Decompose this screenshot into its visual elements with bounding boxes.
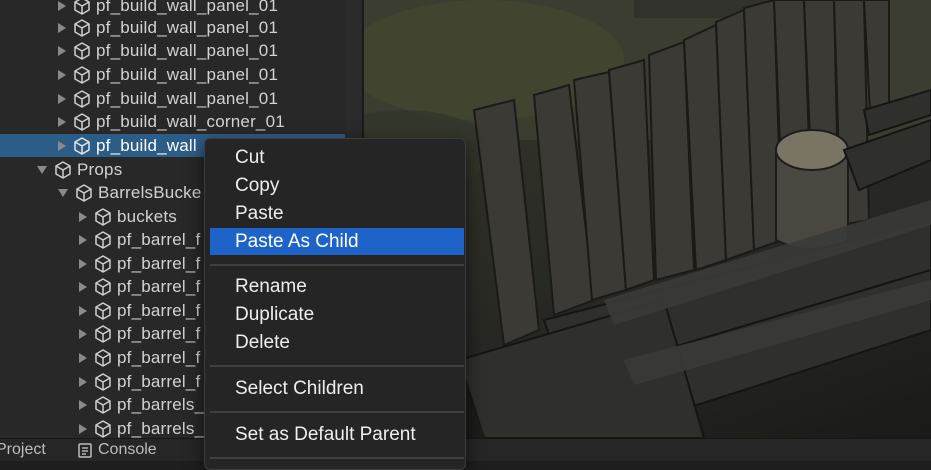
chevron-right-icon[interactable]: [79, 281, 87, 292]
hierarchy-row-label: buckets: [117, 206, 177, 226]
chevron-right-icon[interactable]: [58, 0, 66, 11]
menu-item-copy[interactable]: Copy: [210, 172, 464, 199]
hierarchy-row-label: pf_barrel_f: [117, 371, 201, 391]
menu-item-paste[interactable]: Paste: [210, 200, 464, 227]
hierarchy-row-label: pf_barrels_: [117, 418, 205, 438]
cube-icon: [74, 89, 90, 108]
hierarchy-row-label: pf_build_wall_panel_01: [96, 17, 279, 37]
menu-item-cut[interactable]: Cut: [210, 144, 464, 171]
menu-separator: [210, 457, 464, 459]
hierarchy-row-label: pf_barrels_: [117, 394, 205, 414]
cube-icon: [55, 160, 71, 179]
chevron-right-icon[interactable]: [58, 93, 66, 104]
hierarchy-row[interactable]: pf_build_wall_panel_01: [0, 16, 362, 39]
menu-separator: [210, 365, 464, 367]
tab-console-label: Console: [98, 441, 157, 458]
hierarchy-row[interactable]: pf_build_wall_panel_01: [0, 63, 362, 86]
hierarchy-row-label: BarrelsBucke: [98, 182, 202, 202]
menu-separator: [210, 411, 464, 413]
chevron-right-icon[interactable]: [58, 69, 66, 80]
chevron-right-icon[interactable]: [79, 258, 87, 269]
chevron-right-icon[interactable]: [58, 22, 66, 33]
menu-item-set-default-parent[interactable]: Set as Default Parent: [210, 421, 464, 448]
cube-icon: [95, 348, 111, 367]
menu-item-rename[interactable]: Rename: [210, 273, 464, 300]
cube-icon: [76, 183, 92, 202]
cube-icon: [95, 324, 111, 343]
cube-icon: [74, 41, 90, 60]
menu-item-delete[interactable]: Delete: [210, 329, 464, 356]
cube-icon: [95, 254, 111, 273]
menu-separator: [210, 264, 464, 266]
hierarchy-row-label: pf_barrel_f: [117, 300, 201, 320]
chevron-right-icon[interactable]: [79, 328, 87, 339]
tab-project[interactable]: Project: [0, 441, 46, 459]
chevron-right-icon[interactable]: [58, 116, 66, 127]
cube-icon: [95, 301, 111, 320]
hierarchy-row-label: pf_barrel_f: [117, 323, 201, 343]
hierarchy-row-label: pf_build_wall: [96, 135, 197, 155]
hierarchy-row-label: pf_barrel_f: [117, 229, 201, 249]
hierarchy-row[interactable]: pf_build_wall_panel_01: [0, 87, 362, 110]
console-icon: [78, 442, 92, 458]
menu-item-select-children[interactable]: Select Children: [210, 375, 464, 402]
chevron-down-icon[interactable]: [58, 188, 68, 197]
hierarchy-row-label: pf_build_wall_panel_01: [96, 0, 279, 15]
hierarchy-row-label: pf_barrel_f: [117, 253, 201, 273]
hierarchy-row[interactable]: pf_build_wall_corner_01: [0, 110, 362, 133]
hierarchy-row[interactable]: pf_build_wall_panel_01: [0, 39, 362, 62]
cube-icon: [95, 395, 111, 414]
chevron-right-icon[interactable]: [79, 399, 87, 410]
cube-icon: [95, 277, 111, 296]
hierarchy-row[interactable]: pf_build_wall_panel_01: [0, 0, 362, 17]
cube-icon: [74, 18, 90, 37]
cube-icon: [95, 372, 111, 391]
cube-icon: [74, 112, 90, 131]
chevron-right-icon[interactable]: [79, 376, 87, 387]
hierarchy-row-label: pf_build_wall_panel_01: [96, 40, 279, 60]
chevron-right-icon[interactable]: [79, 305, 87, 316]
hierarchy-row-label: pf_barrel_f: [117, 347, 201, 367]
chevron-right-icon[interactable]: [58, 140, 66, 151]
tab-console[interactable]: Console: [78, 441, 157, 459]
hierarchy-row-label: pf_build_wall_panel_01: [96, 88, 279, 108]
chevron-right-icon[interactable]: [79, 423, 87, 434]
chevron-right-icon[interactable]: [79, 234, 87, 245]
cube-icon: [74, 65, 90, 84]
hierarchy-row-label: pf_build_wall_panel_01: [96, 64, 279, 84]
hierarchy-row-label: pf_barrel_f: [117, 276, 201, 296]
hierarchy-row-label: pf_build_wall_corner_01: [96, 111, 285, 131]
cube-icon: [74, 0, 90, 15]
chevron-right-icon[interactable]: [79, 211, 87, 222]
cube-icon: [95, 230, 111, 249]
menu-item-duplicate[interactable]: Duplicate: [210, 301, 464, 328]
context-menu: Cut Copy Paste Paste As Child Rename Dup…: [204, 138, 466, 470]
chevron-right-icon[interactable]: [58, 45, 66, 56]
chevron-down-icon[interactable]: [37, 165, 47, 174]
menu-item-paste-as-child[interactable]: Paste As Child: [210, 228, 464, 255]
hierarchy-row-label: Props: [77, 159, 123, 179]
cube-icon: [95, 419, 111, 438]
cube-icon: [74, 136, 90, 155]
chevron-right-icon[interactable]: [79, 352, 87, 363]
cube-icon: [95, 207, 111, 226]
